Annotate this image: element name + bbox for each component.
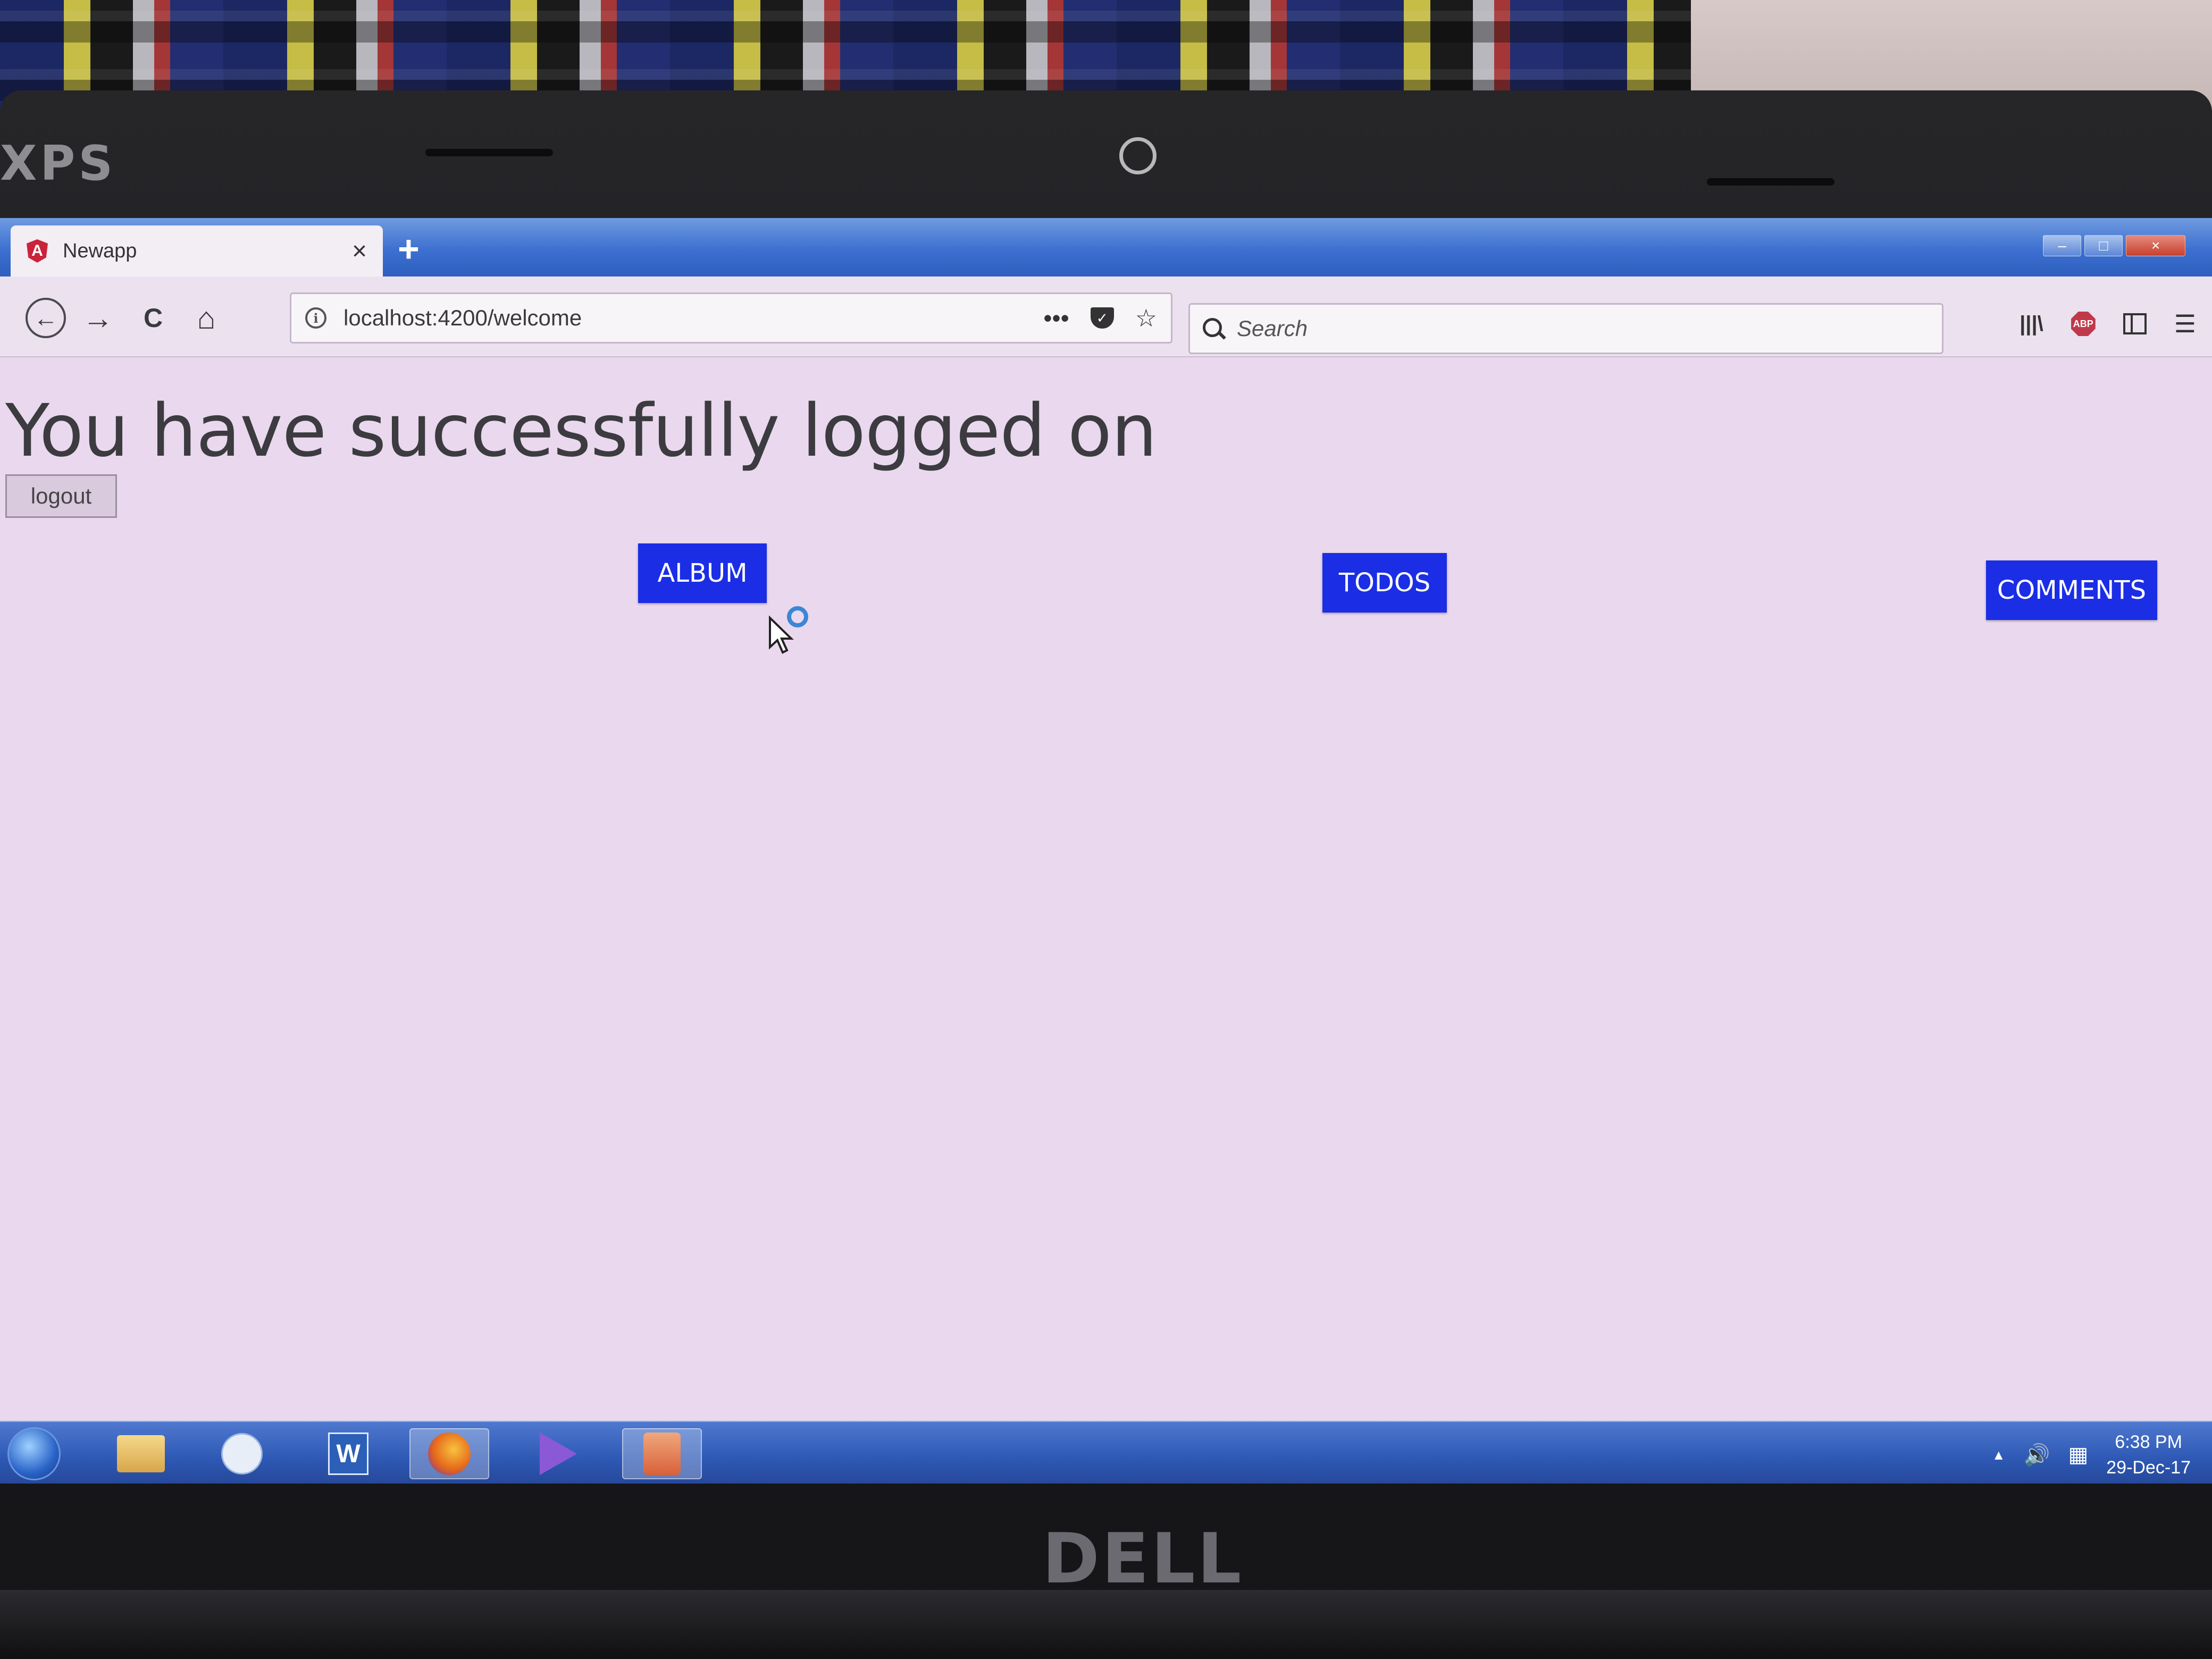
- page-heading: You have successfully logged on: [5, 389, 1157, 473]
- xps-logo: XPS: [0, 136, 116, 191]
- word-icon[interactable]: W: [308, 1428, 388, 1479]
- logout-button[interactable]: logout: [5, 474, 117, 518]
- file-explorer-icon[interactable]: [101, 1428, 181, 1479]
- tab-close-icon[interactable]: ×: [352, 237, 367, 266]
- minimize-button[interactable]: –: [2043, 235, 2081, 256]
- new-tab-button[interactable]: +: [398, 228, 420, 270]
- search-icon: [1203, 318, 1224, 339]
- bookmark-star-icon[interactable]: ☆: [1135, 304, 1157, 332]
- page-content: You have successfully logged on logout A…: [0, 357, 2212, 1421]
- site-info-icon[interactable]: i: [305, 307, 326, 329]
- comments-button[interactable]: COMMENTS: [1986, 560, 2157, 620]
- angular-favicon-icon: A: [27, 239, 48, 263]
- skype-icon[interactable]: [202, 1428, 282, 1479]
- close-window-button[interactable]: ×: [2126, 235, 2185, 256]
- volume-icon[interactable]: 🔊: [2024, 1443, 2050, 1468]
- tray-expand-icon[interactable]: ▲: [1992, 1447, 2006, 1463]
- dell-logo: DELL: [1042, 1518, 1244, 1599]
- page-actions-icon[interactable]: •••: [1043, 304, 1069, 332]
- webcam-icon: [1119, 137, 1157, 174]
- reload-icon[interactable]: C: [133, 298, 173, 338]
- tab-title: Newapp: [63, 239, 137, 262]
- network-icon[interactable]: ▦: [2068, 1443, 2088, 1467]
- url-actions: ••• ✓ ☆: [1043, 304, 1157, 332]
- toolbar-right-tools: |||\ ABP ☰: [2020, 309, 2196, 338]
- browser-titlebar: A Newapp × + – □ ×: [0, 218, 2212, 276]
- album-button[interactable]: ALBUM: [638, 543, 767, 603]
- clock-date: 29-Dec-17: [2106, 1457, 2191, 1478]
- taskbar-clock[interactable]: 6:38 PM 29-Dec-17: [2106, 1429, 2191, 1480]
- java-app-icon[interactable]: [622, 1428, 702, 1479]
- todos-button[interactable]: TODOS: [1322, 553, 1447, 613]
- laptop-hinge: [0, 1590, 2212, 1659]
- busy-cursor-icon: [769, 606, 808, 654]
- search-bar[interactable]: Search: [1188, 303, 1943, 354]
- visual-studio-icon[interactable]: [518, 1428, 598, 1479]
- bezel-slot-left: [425, 149, 553, 156]
- windows-taskbar: W ▲ 🔊 ▦ 6:38 PM 29-Dec-17: [0, 1421, 2212, 1484]
- browser-toolbar: ← → C ⌂ i localhost:4200/welcome ••• ✓ ☆…: [0, 276, 2212, 357]
- maximize-button[interactable]: □: [2084, 235, 2123, 256]
- hamburger-menu-icon[interactable]: ☰: [2174, 309, 2196, 338]
- system-tray: ▲ 🔊 ▦ 6:38 PM 29-Dec-17: [1992, 1429, 2191, 1480]
- tab-newapp[interactable]: A Newapp ×: [11, 225, 383, 276]
- pocket-icon[interactable]: ✓: [1090, 307, 1114, 329]
- sidebar-icon[interactable]: [2123, 313, 2147, 334]
- firefox-icon[interactable]: [409, 1428, 489, 1479]
- start-button[interactable]: [7, 1427, 61, 1480]
- forward-arrow-icon[interactable]: →: [78, 298, 118, 338]
- adblock-icon[interactable]: ABP: [2071, 312, 2096, 336]
- home-icon[interactable]: ⌂: [186, 298, 227, 338]
- search-placeholder: Search: [1237, 316, 1308, 341]
- clock-time: 6:38 PM: [2115, 1432, 2182, 1452]
- screen: A Newapp × + – □ × ← → C ⌂ i localhost:4…: [0, 218, 2212, 1484]
- bezel-slot-right: [1707, 178, 1834, 186]
- back-arrow-icon[interactable]: ←: [26, 298, 66, 338]
- window-controls: – □ ×: [2043, 235, 2185, 256]
- address-bar[interactable]: i localhost:4200/welcome ••• ✓ ☆: [290, 292, 1172, 343]
- library-icon[interactable]: |||\: [2020, 312, 2043, 336]
- url-text[interactable]: localhost:4200/welcome: [343, 305, 1043, 331]
